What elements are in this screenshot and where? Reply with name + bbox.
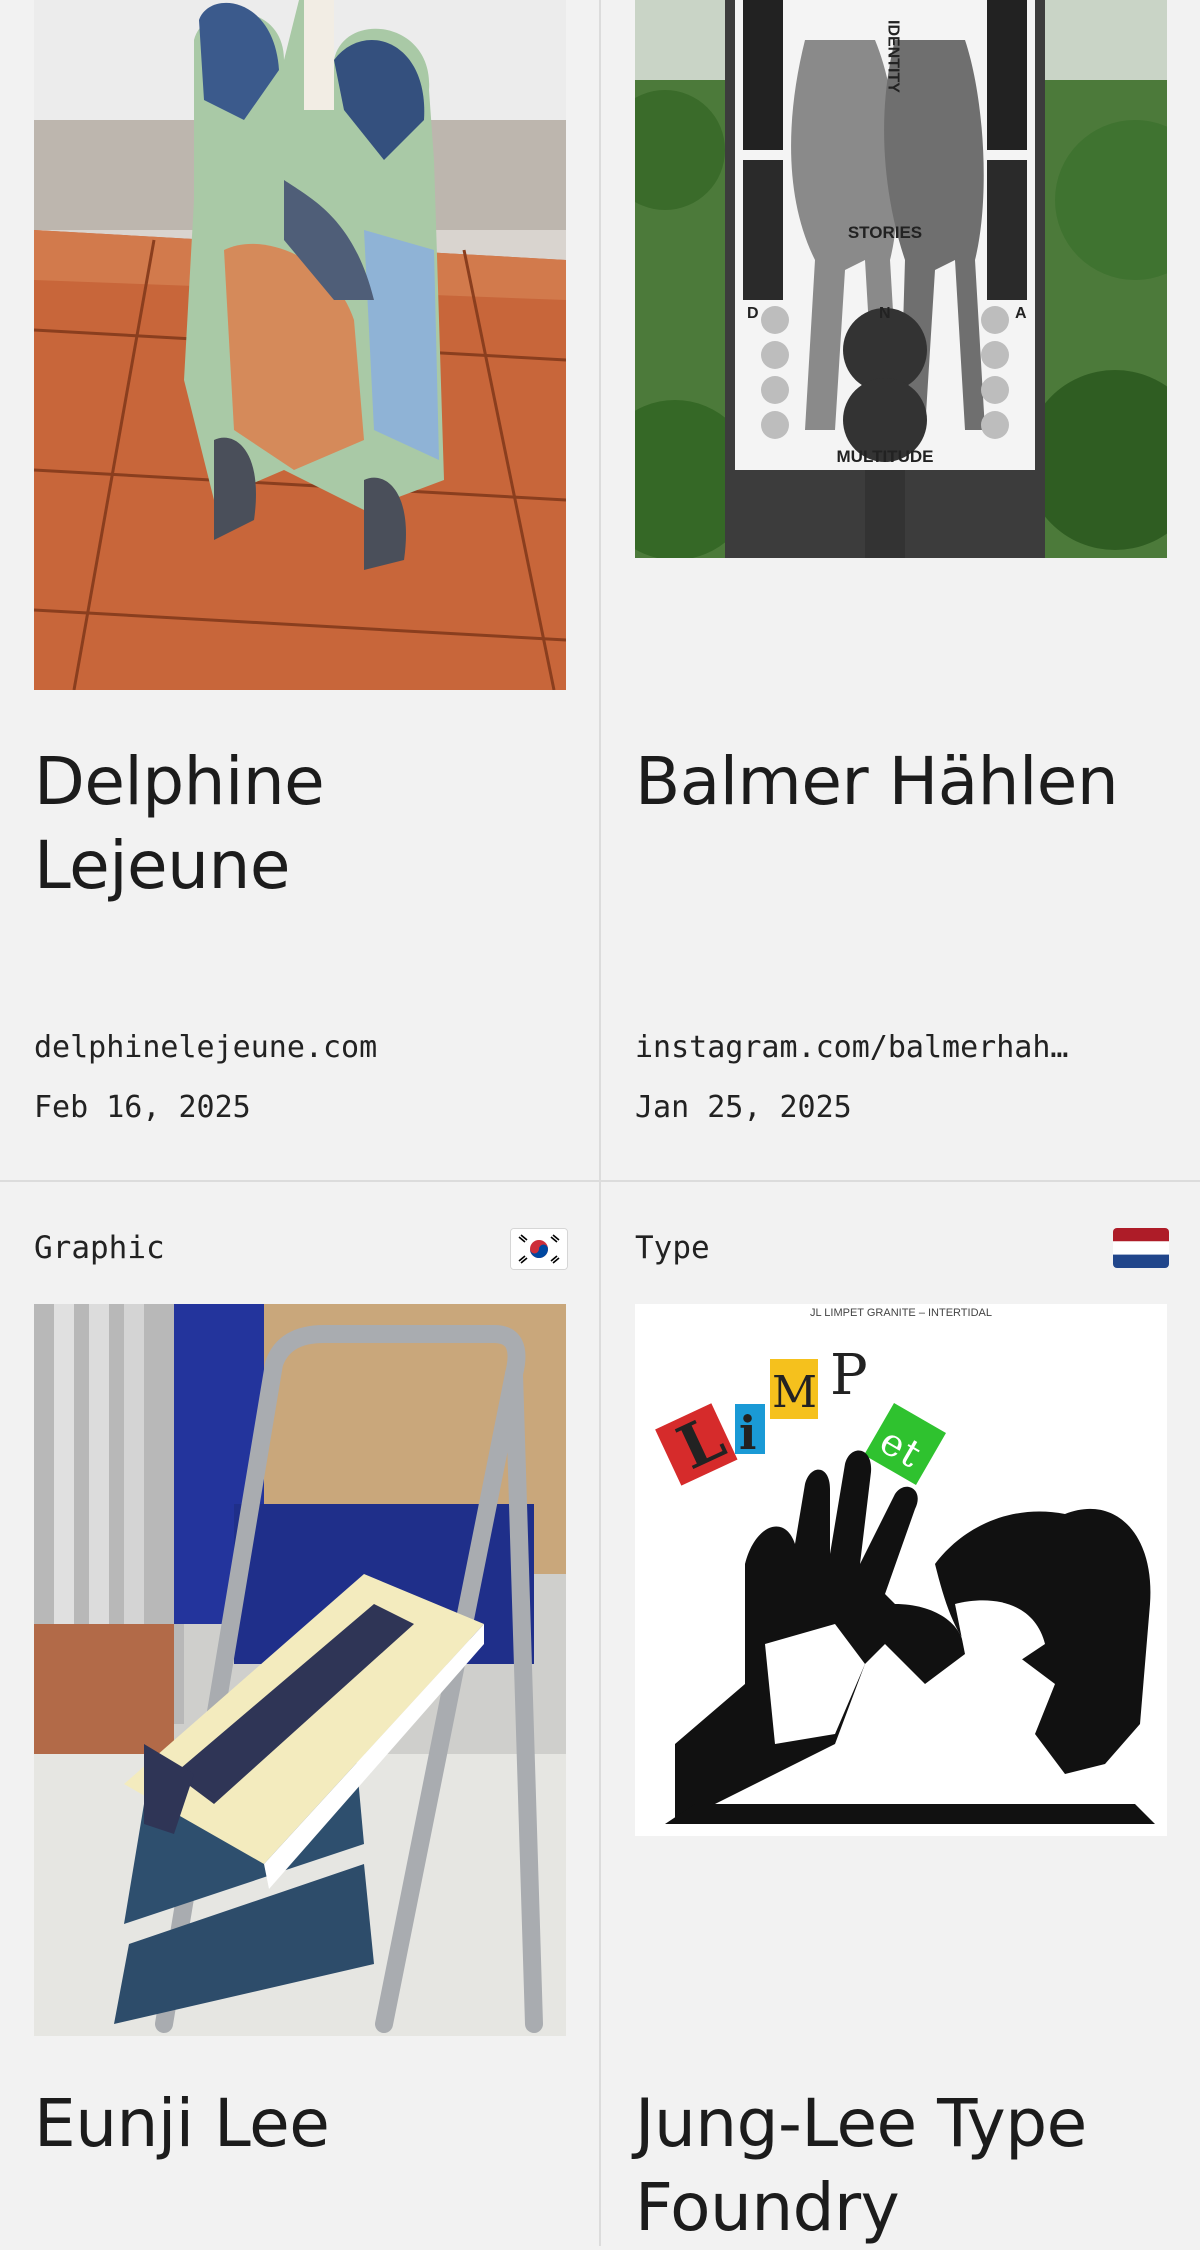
card-link[interactable]: delphinelejeune.com bbox=[34, 1018, 574, 1078]
stepladder-book-image[interactable] bbox=[34, 1304, 566, 2036]
project-card-delphine-lejeune[interactable]: Delphine Lejeune delphinelejeune.com Feb… bbox=[0, 0, 600, 1180]
project-grid: Delphine Lejeune delphinelejeune.com Feb… bbox=[0, 0, 1200, 2246]
category-tag[interactable]: Graphic bbox=[34, 1230, 165, 1266]
poster-image[interactable]: IDENTITY STORIES MULTITUDE D N A bbox=[635, 0, 1167, 558]
card-title-line: Lejeune bbox=[34, 827, 290, 904]
card-link[interactable]: instagram.com/balmerhah… bbox=[635, 1018, 1175, 1078]
project-card-jung-lee-type-foundry[interactable]: Type JL LIMPET GRANITE – INTERTIDAL L i … bbox=[601, 1182, 1200, 2246]
specimen-caption: JL LIMPET GRANITE – INTERTIDAL bbox=[810, 1307, 992, 1319]
card-title[interactable]: Jung-Lee Type Foundry bbox=[635, 2082, 1175, 2250]
category-tag[interactable]: Type bbox=[635, 1230, 710, 1266]
card-title[interactable]: Eunji Lee bbox=[34, 2082, 574, 2166]
specimen-letter: M bbox=[772, 1367, 817, 1418]
specimen-letter: i bbox=[739, 1406, 756, 1460]
project-card-balmer-hahlen[interactable]: IDENTITY STORIES MULTITUDE D N A Balmer … bbox=[601, 0, 1200, 1180]
card-date: Jan 25, 2025 bbox=[635, 1090, 852, 1125]
specimen-letter: P bbox=[830, 1343, 868, 1408]
poster-word: IDENTITY bbox=[885, 20, 902, 93]
poster-word: N bbox=[879, 305, 891, 322]
limpet-type-specimen-image[interactable]: JL LIMPET GRANITE – INTERTIDAL L i M P e… bbox=[635, 1304, 1167, 1836]
card-title-line: Delphine bbox=[34, 743, 325, 820]
poster-word: MULTITUDE bbox=[837, 447, 934, 466]
card-title-line: Jung-Lee Type bbox=[635, 2085, 1087, 2162]
poster-word: STORIES bbox=[848, 223, 922, 242]
card-title-line: Foundry bbox=[635, 2169, 900, 2246]
card-title[interactable]: Balmer Hählen bbox=[635, 740, 1175, 824]
netherlands-flag-icon bbox=[1113, 1228, 1169, 1268]
card-date: Feb 16, 2025 bbox=[34, 1090, 251, 1125]
poster-word: A bbox=[1015, 305, 1027, 322]
card-title[interactable]: Delphine Lejeune bbox=[34, 740, 574, 908]
card-title-line: Balmer Hählen bbox=[635, 743, 1119, 820]
project-card-eunji-lee[interactable]: Graphic Eunji Lee bbox=[0, 1182, 600, 2246]
sculpture-image[interactable] bbox=[34, 0, 566, 690]
poster-word: D bbox=[747, 305, 759, 322]
card-title-line: Eunji Lee bbox=[34, 2085, 330, 2162]
south-korea-flag-icon bbox=[510, 1228, 568, 1270]
